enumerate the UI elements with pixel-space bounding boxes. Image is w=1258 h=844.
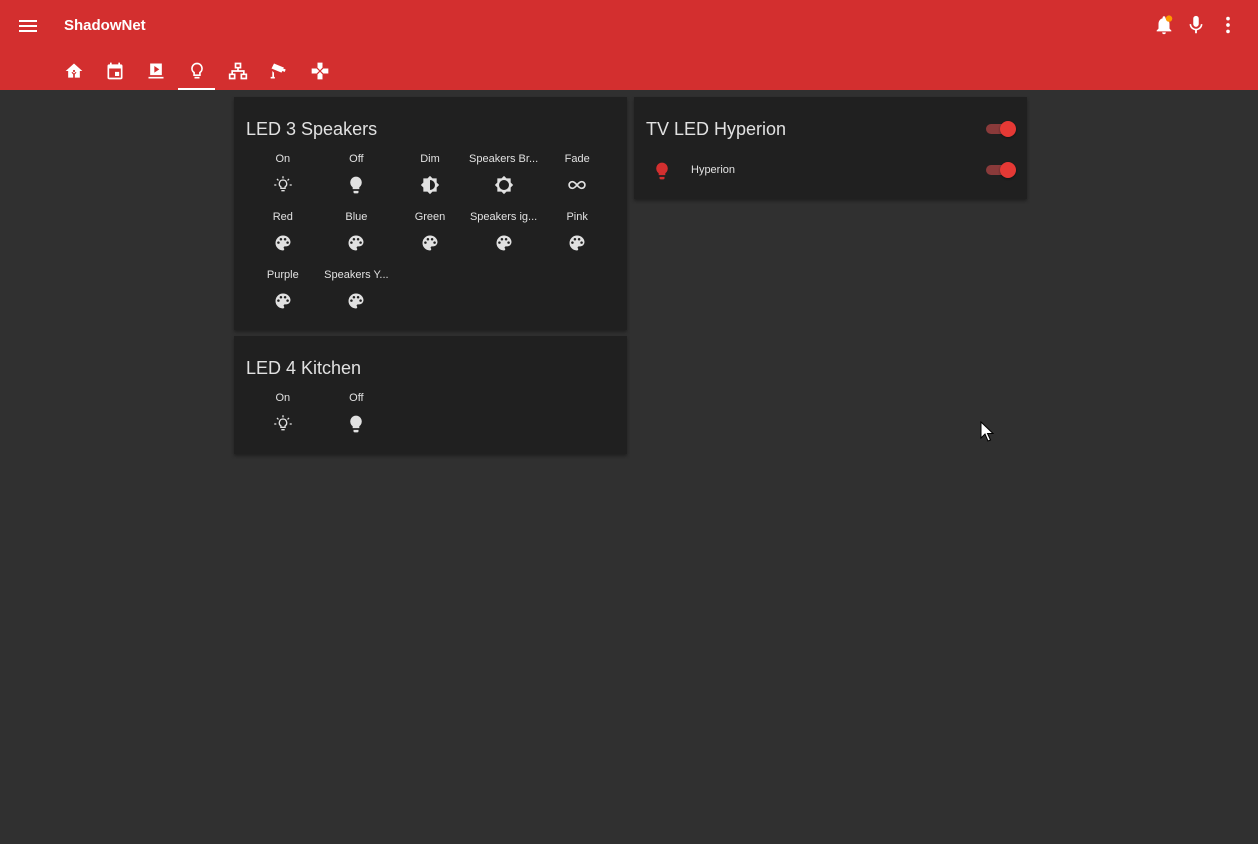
card-title: LED 3 Speakers <box>246 119 378 139</box>
notifications-button[interactable] <box>1152 13 1176 37</box>
palette-icon <box>494 233 514 253</box>
mouse-cursor-icon <box>980 421 994 442</box>
scene-button-off[interactable]: Off <box>320 392 394 450</box>
toggle-thumb <box>1000 121 1016 137</box>
button-label: Pink <box>566 211 588 223</box>
palette-icon <box>346 291 366 311</box>
scene-button-blue[interactable]: Blue <box>320 211 394 269</box>
button-label: Off <box>349 392 364 404</box>
button-label: Red <box>272 211 293 223</box>
menu-icon[interactable] <box>16 14 40 38</box>
palette-icon <box>346 233 366 253</box>
palette-icon <box>273 233 293 253</box>
voice-button[interactable] <box>1184 13 1208 37</box>
card-title: LED 4 Kitchen <box>246 358 362 378</box>
scene-button-red[interactable]: Red <box>246 211 320 269</box>
scene-button-purple[interactable]: Purple <box>246 269 320 327</box>
tab-games[interactable] <box>299 55 340 90</box>
tab-cameras[interactable] <box>258 55 299 90</box>
scene-button-fade[interactable]: Fade <box>540 153 614 211</box>
master-toggle[interactable] <box>984 121 1016 137</box>
more-vertical-icon <box>1226 16 1230 34</box>
scene-button-green[interactable]: Green <box>393 211 467 269</box>
hyperion-toggle[interactable] <box>984 162 1016 178</box>
card-led4-kitchen: LED 4 Kitchen On Off <box>234 336 627 454</box>
app-title: ShadowNet <box>64 17 146 34</box>
palette-icon <box>420 233 440 253</box>
brightness-high-icon <box>494 175 514 195</box>
network-icon <box>228 62 247 80</box>
tab-media[interactable] <box>135 55 176 90</box>
tab-lights[interactable] <box>176 55 217 90</box>
lightbulb-icon <box>656 162 668 180</box>
button-label: On <box>275 153 291 165</box>
bell-icon <box>1156 15 1173 35</box>
scene-button-on[interactable]: On <box>246 153 320 211</box>
media-play-icon <box>148 63 163 79</box>
lightbulb-icon <box>346 175 366 195</box>
brightness-medium-icon <box>420 175 440 195</box>
scene-button-dim[interactable]: Dim <box>393 153 467 211</box>
lightbulb-on-outline-icon <box>273 414 293 434</box>
button-label: Speakers Y... <box>324 269 389 281</box>
card-led3-speakers: LED 3 Speakers On Off Dim Speakers Br...… <box>234 97 627 330</box>
overflow-menu-button[interactable] <box>1216 13 1240 37</box>
palette-icon <box>273 291 293 311</box>
button-grid: On Off <box>246 392 614 450</box>
scene-button-pink[interactable]: Pink <box>540 211 614 269</box>
lightbulb-on-outline-icon <box>273 175 293 195</box>
button-label: Off <box>349 153 364 165</box>
calendar-icon <box>107 62 122 80</box>
cctv-camera-icon <box>270 63 286 79</box>
toggle-thumb <box>1000 162 1016 178</box>
scene-button-on[interactable]: On <box>246 392 320 450</box>
button-label: Dim <box>420 153 440 165</box>
button-label: Speakers Br... <box>469 153 539 165</box>
card-tv-led-hyperion: TV LED Hyperion Hyperion <box>634 97 1027 199</box>
scene-button-speakers-y[interactable]: Speakers Y... <box>320 269 394 327</box>
button-label: Blue <box>345 211 368 223</box>
button-label: Speakers ig... <box>469 211 538 223</box>
button-grid: On Off Dim Speakers Br... Fade Red Blue <box>246 153 614 327</box>
tab-home[interactable] <box>53 55 94 90</box>
card-title: TV LED Hyperion <box>646 119 787 139</box>
tab-network[interactable] <box>217 55 258 90</box>
palette-icon <box>567 233 587 253</box>
entity-name: Hyperion <box>691 164 736 176</box>
scene-button-speakers-ig[interactable]: Speakers ig... <box>467 211 541 269</box>
microphone-icon <box>1189 15 1203 34</box>
tab-calendar[interactable] <box>94 55 135 90</box>
app-header: ShadowNet <box>0 0 1258 90</box>
scene-button-off[interactable]: Off <box>320 153 394 211</box>
lightbulb-icon <box>346 414 366 434</box>
button-label: Fade <box>564 153 590 165</box>
button-label: On <box>275 392 291 404</box>
header-actions <box>1152 13 1240 37</box>
lightbulb-outline-icon <box>190 62 203 79</box>
button-label: Green <box>414 211 446 223</box>
scene-button-speakers-bright[interactable]: Speakers Br... <box>467 153 541 211</box>
button-label: Purple <box>266 269 299 281</box>
home-assistant-icon <box>65 63 82 78</box>
gamepad-icon <box>311 62 328 80</box>
view-tabs <box>53 55 340 90</box>
infinity-icon <box>567 175 587 195</box>
